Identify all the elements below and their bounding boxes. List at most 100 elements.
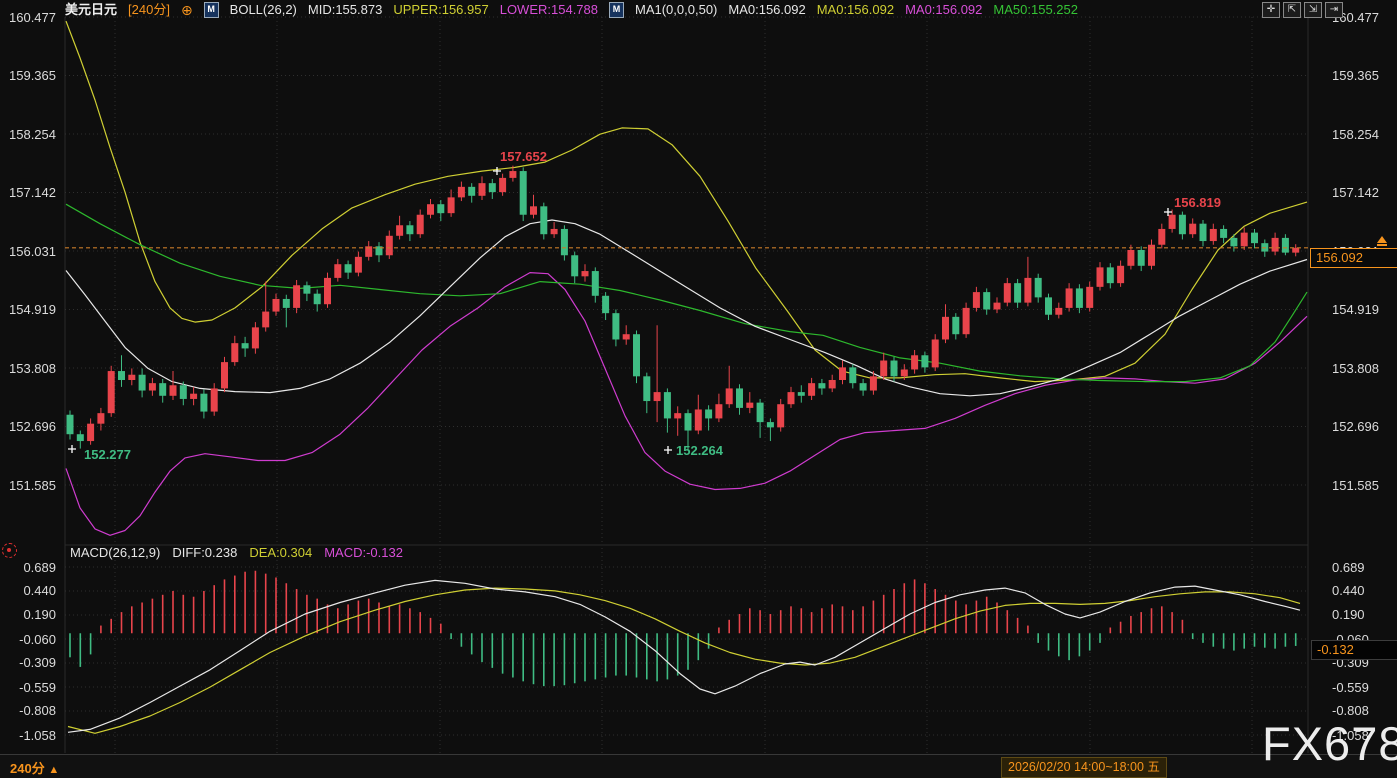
candle-body [932,339,939,367]
candle-body [592,271,599,296]
pivot-price-label: 152.277 [84,447,131,462]
candle-body [221,362,228,388]
candle-body [1004,283,1011,302]
candle-body [1210,229,1217,241]
price-up-arrow-icon [1377,236,1387,246]
candle-body [1035,278,1042,297]
candle-body [798,392,805,396]
macd-current-value-box: -0.132 [1311,640,1397,660]
candle-body [1272,238,1279,252]
candle-body [1200,224,1207,241]
candle-body [664,392,671,418]
candle-body [788,392,795,404]
boll-mid-value: MID:155.873 [308,2,382,18]
price-axis-label-right: 152.696 [1332,419,1379,434]
candle-body [1282,238,1289,253]
add-indicator-icon[interactable]: ⊕ [181,2,193,18]
candle-body [849,367,856,383]
candle-body [695,409,702,430]
price-axis-label-right: 153.808 [1332,361,1379,376]
candle-body [406,225,413,234]
candle-body [386,236,393,255]
candle-body [170,385,177,396]
macd-axis-label-left: -1.058 [0,728,56,743]
macd-axis-label-right: -0.559 [1332,680,1369,695]
candle-body [654,392,661,401]
candle-body [479,183,486,196]
candle-body [520,171,527,215]
boll-upper-value: UPPER:156.957 [393,2,488,18]
candle-body [571,255,578,276]
candle-body [963,308,970,334]
candle-body [911,355,918,369]
candle-body [767,422,774,427]
candle-body [540,206,547,234]
price-axis-label-left: 157.142 [0,185,56,200]
macd-axis-label-left: 0.689 [0,560,56,575]
price-axis-label-left: 153.808 [0,361,56,376]
macd-diff-value: DIFF:0.238 [172,545,237,560]
price-axis-label-left: 159.365 [0,68,56,83]
candle-body [273,299,280,312]
candle-body [242,343,249,348]
macd-axis-label-left: -0.060 [0,632,56,647]
candle-body [1107,267,1114,283]
ma-indicator-icon[interactable]: M [609,2,624,18]
candle-body [283,299,290,308]
candle-body [952,317,959,334]
candle-body [973,292,980,308]
current-price-box: 156.092 [1310,248,1397,268]
candle-body [901,369,908,376]
candle-body [448,197,455,213]
candle-body [1045,297,1052,314]
candle-body [1292,248,1299,253]
candle-body [860,383,867,390]
candle-body [190,394,197,399]
price-axis-label-right: 151.585 [1332,478,1379,493]
move-icon[interactable]: ✛ [1262,2,1280,18]
macd-value: MACD:-0.132 [324,545,403,560]
price-axis-label-right: 159.365 [1332,68,1379,83]
candle-body [530,206,537,214]
candle-body [1138,250,1145,266]
candle-body [468,187,475,196]
candle-body [839,367,846,380]
timeframe-label[interactable]: [240分] [128,2,170,18]
pivot-cross-marker [68,445,76,453]
candle-body [829,380,836,388]
candle-body [561,229,568,255]
candle-body [1014,283,1021,302]
trading-chart-app: 美元日元 [240分] ⊕ M BOLL(26,2) MID:155.873 U… [0,0,1397,778]
candle-body [746,403,753,408]
pivot-cross-marker [493,167,501,175]
price-axis-label-left: 156.031 [0,244,56,259]
candle-body [200,394,207,412]
candle-body [994,303,1001,310]
pane-out-icon[interactable]: ⇥ [1325,2,1343,18]
candle-body [345,264,352,272]
candle-body [396,225,403,236]
marker-target-icon[interactable] [2,543,17,558]
boll-indicator-icon[interactable]: M [204,2,219,18]
timeframe-selector[interactable]: 240分 ▲ [8,758,61,778]
candle-body [324,278,331,304]
candle-body [1055,308,1062,315]
candle-body [633,334,640,376]
candle-body [1076,288,1083,307]
candle-body [67,415,74,434]
candle-body [1179,215,1186,234]
boll-label: BOLL(26,2) [230,2,297,18]
macd-axis-label-left: -0.309 [0,655,56,670]
candle-body [612,313,619,339]
macd-axis-label-left: -0.808 [0,703,56,718]
pane-up-icon[interactable]: ⇱ [1283,2,1301,18]
candle-body [211,388,218,411]
pane-down-icon[interactable]: ⇲ [1304,2,1322,18]
candle-body [891,361,898,377]
candle-body [602,296,609,313]
candle-body [1241,233,1248,247]
candle-body [715,404,722,418]
candle-body [880,361,887,377]
boll-lower-line [66,273,1307,536]
chart-header: 美元日元 [240分] ⊕ M BOLL(26,2) MID:155.873 U… [65,2,1078,18]
